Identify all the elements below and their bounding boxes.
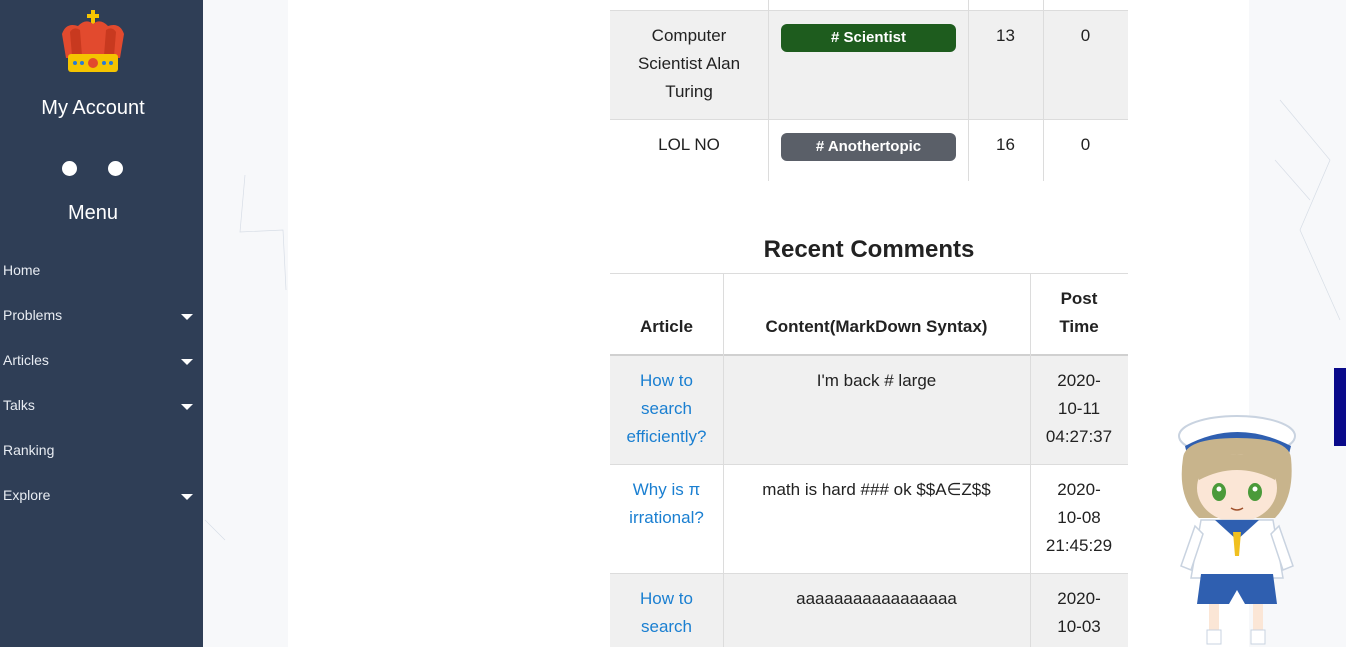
post-time: 2020- 10-08 21:45:29 (1030, 476, 1128, 560)
row-divider (610, 573, 1128, 574)
article-link-line: efficiently? (626, 427, 707, 446)
caret-down-icon (181, 404, 193, 410)
article-link-line: search (640, 617, 693, 636)
post-time-line: 21:45:29 (1045, 536, 1113, 555)
caret-down-icon (181, 359, 193, 365)
sidebar-item-label: Talks (3, 397, 35, 413)
post-time-line: 2020- (1057, 371, 1101, 390)
count-cell: 0 (1080, 26, 1091, 45)
sidebar-item-home[interactable]: Home (0, 251, 203, 291)
comment-content: I'm back # large (816, 371, 937, 390)
article-link-line: How to (640, 371, 693, 390)
count-cell: 0 (1080, 135, 1091, 154)
header-divider (610, 354, 1128, 356)
status-dot (108, 161, 123, 176)
status-dot (62, 161, 77, 176)
sidebar-item-explore[interactable]: Explore (0, 476, 203, 516)
post-time-line: 2020- (1057, 589, 1101, 608)
sidebar-item-label: Problems (3, 307, 63, 323)
article-title[interactable]: Computer Scientist Alan Turing (610, 22, 768, 106)
sidebar-item-problems[interactable]: Problems (0, 296, 203, 336)
topic-tag[interactable]: # Anothertopic (781, 133, 956, 161)
article-title-line: LOL NO (658, 135, 720, 154)
article-title-line: Computer (651, 26, 727, 45)
article-link-line: search (640, 399, 693, 418)
header-post-time-line: Time (1059, 317, 1099, 336)
caret-down-icon (181, 494, 193, 500)
comment-content: aaaaaaaaaaaaaaaaa (796, 589, 957, 608)
side-tab-button[interactable] (1334, 368, 1346, 446)
header-post-time-line: Post (1060, 289, 1098, 308)
column-divider (768, 0, 769, 181)
row-divider (610, 10, 1128, 11)
sidebar-item-label: Ranking (3, 442, 55, 458)
count-cell: 13 (996, 26, 1015, 45)
post-time: 2020- 10-03 (1030, 585, 1128, 641)
caret-down-icon (181, 314, 193, 320)
menu-title: Menu (67, 202, 119, 224)
post-time-line: 10-03 (1057, 617, 1101, 636)
header-post-time: Post Time (1030, 285, 1128, 341)
row-divider (610, 464, 1128, 465)
row-divider (610, 273, 1128, 274)
header-article: Article (640, 317, 693, 336)
row-divider (610, 119, 1128, 120)
article-link[interactable]: How to search efficiently? (610, 367, 723, 451)
topic-tag[interactable]: # Scientist (781, 24, 956, 52)
sidebar-item-label: Explore (3, 487, 51, 503)
article-link-line: How to (640, 589, 693, 608)
article-link[interactable]: How to search (610, 585, 723, 641)
post-time: 2020- 10-11 04:27:37 (1030, 367, 1128, 451)
article-title-line: Turing (665, 82, 713, 101)
article-link-line: Why is π (632, 480, 701, 499)
sidebar-item-ranking[interactable]: Ranking (0, 431, 203, 471)
article-link[interactable]: Why is π irrational? (610, 476, 723, 532)
article-link-line: irrational? (629, 508, 704, 527)
comment-content: math is hard ### ok $$A∈Z$$ (762, 480, 991, 499)
crown-icon (62, 10, 124, 72)
sidebar-item-label: Articles (3, 352, 49, 368)
sidebar-item-label: Home (3, 262, 41, 278)
sidebar-item-talks[interactable]: Talks (0, 386, 203, 426)
header-content: Content(MarkDown Syntax) (765, 317, 988, 336)
sidebar-item-articles[interactable]: Articles (0, 341, 203, 381)
count-cell: 16 (996, 135, 1015, 154)
sidebar: My Account Menu Home Problems Articles T… (0, 0, 203, 647)
post-time-line: 10-11 (1057, 399, 1101, 418)
recent-comments-title: Recent Comments (763, 236, 975, 263)
mascot-character-image[interactable] (1165, 408, 1305, 647)
post-time-line: 2020- (1057, 480, 1101, 499)
post-time-line: 04:27:37 (1045, 427, 1113, 446)
post-time-line: 10-08 (1057, 508, 1101, 527)
article-title-line: Scientist Alan (637, 54, 741, 73)
article-title[interactable]: LOL NO (610, 131, 768, 159)
my-account-title[interactable]: My Account (0, 97, 186, 120)
